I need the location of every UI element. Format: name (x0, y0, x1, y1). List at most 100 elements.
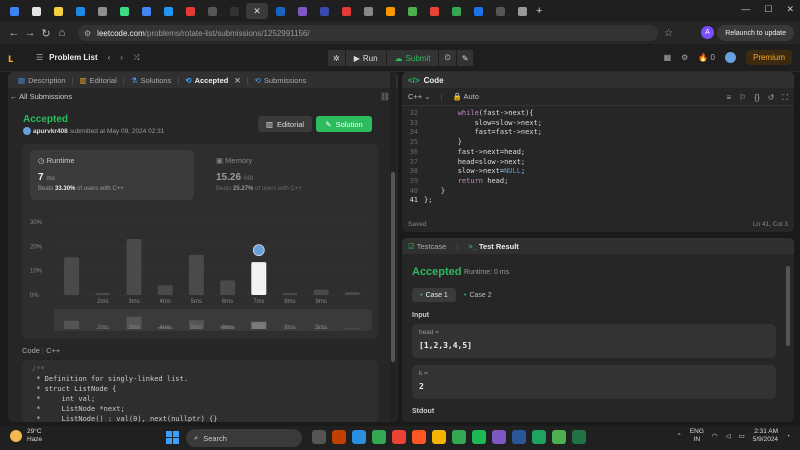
premium-button[interactable]: Premium (745, 50, 792, 65)
all-submissions-link[interactable]: ← All Submissions (10, 92, 72, 101)
tab-test-result[interactable]: >_ Test Result (468, 242, 519, 251)
taskbar-search[interactable]: ⌕ Search (186, 429, 302, 447)
site-info-icon[interactable]: ⚙ (84, 29, 91, 38)
tab-editorial[interactable]: ▥ Editorial (74, 76, 123, 85)
browser-tab[interactable] (92, 3, 112, 19)
format-icon[interactable]: ≡ (727, 93, 732, 103)
clock[interactable]: 2:31 AM 5/9/2024 (753, 428, 778, 444)
timer-icon[interactable]: ⏲ (439, 50, 456, 66)
taskbar-app-icon[interactable] (412, 430, 426, 444)
layout-icon[interactable]: ▦ (664, 53, 672, 62)
runtime-card[interactable]: ◷ Runtime 7 ms Beats 33.30% of users wit… (30, 150, 194, 200)
browser-tab[interactable] (490, 3, 510, 19)
browser-tab[interactable] (336, 3, 356, 19)
profile-avatar[interactable]: A (701, 26, 714, 39)
minimize-icon[interactable]: — (741, 4, 750, 15)
debug-icon[interactable]: ✲ (328, 50, 345, 66)
browser-tab[interactable] (380, 3, 400, 19)
browser-tab[interactable] (136, 3, 156, 19)
tab-solutions[interactable]: ⚗ Solutions (125, 76, 178, 85)
back-icon[interactable]: ← (6, 27, 22, 39)
next-problem-icon[interactable]: › (120, 53, 123, 62)
battery-icon[interactable]: ▭ (739, 432, 745, 440)
username[interactable]: apurvkr408 (33, 128, 68, 135)
taskbar-app-icon[interactable] (532, 430, 546, 444)
taskbar-app-icon[interactable] (452, 430, 466, 444)
browser-tab[interactable] (180, 3, 200, 19)
case-2-tab[interactable]: • Case 2 (464, 288, 492, 302)
browser-tab[interactable] (358, 3, 378, 19)
browser-tab[interactable] (402, 3, 422, 19)
user-avatar[interactable] (724, 52, 736, 63)
language-select[interactable]: C++ ⌄ (408, 92, 431, 101)
taskbar-app-icon[interactable] (312, 430, 326, 444)
browser-tab[interactable] (512, 3, 532, 19)
notification-icon[interactable]: ◔ (786, 433, 790, 440)
start-icon[interactable] (166, 431, 179, 444)
result-scrollbar[interactable] (786, 256, 791, 406)
taskbar-app-icon[interactable] (372, 430, 386, 444)
code-editor[interactable]: 32 while(fast->next){33 slow=slow->next;… (402, 108, 794, 218)
taskbar-app-icon[interactable] (572, 430, 586, 444)
problem-list-link[interactable]: Problem List (49, 53, 97, 62)
browser-tab[interactable] (4, 3, 24, 19)
bookmark-icon[interactable]: ⚐ (739, 93, 746, 103)
auto-mode[interactable]: 🔒 Auto (453, 92, 479, 101)
browser-tab[interactable]: ✕ (246, 3, 268, 19)
maximize-icon[interactable]: ☐ (764, 4, 772, 15)
taskbar-app-icon[interactable] (332, 430, 346, 444)
tab-submissions[interactable]: ⟲ Submissions (249, 76, 313, 85)
run-button[interactable]: ▶ Run (345, 50, 386, 66)
browser-tab[interactable] (224, 3, 244, 19)
new-tab-icon[interactable]: + (536, 5, 542, 17)
left-scrollbar[interactable] (390, 72, 396, 422)
taskbar-app-icon[interactable] (392, 430, 406, 444)
taskbar-app-icon[interactable] (352, 430, 366, 444)
forward-icon[interactable]: → (22, 27, 38, 39)
case-1-tab[interactable]: • Case 1 (412, 288, 456, 302)
scroll-thumb[interactable] (786, 266, 790, 346)
settings-icon[interactable]: ⚙ (681, 53, 688, 62)
browser-tab[interactable] (446, 3, 466, 19)
solution-button[interactable]: ✎ Solution (316, 116, 372, 132)
taskbar-app-icon[interactable] (492, 430, 506, 444)
close-window-icon[interactable]: ✕ (786, 4, 794, 15)
reload-icon[interactable]: ↻ (38, 27, 54, 40)
browser-tab[interactable] (424, 3, 444, 19)
relaunch-button[interactable]: Relaunch to update (717, 25, 794, 41)
bookmark-star-icon[interactable]: ☆ (664, 28, 673, 39)
close-tab-icon[interactable]: ✕ (234, 76, 240, 85)
tab-accepted[interactable]: ⟲ Accepted ✕ (179, 76, 246, 85)
browser-tab[interactable] (292, 3, 312, 19)
leetcode-logo-icon[interactable]: ʟ (8, 51, 20, 65)
braces-icon[interactable]: {} (754, 93, 759, 103)
taskbar-app-icon[interactable] (472, 430, 486, 444)
volume-icon[interactable]: ◁ (726, 432, 731, 440)
home-icon[interactable]: ⌂ (54, 27, 70, 39)
browser-tab[interactable] (202, 3, 222, 19)
editorial-button[interactable]: ▥ Editorial (258, 116, 312, 132)
memory-card[interactable]: ▣ Memory 15.26 MB Beats 25.27% of users … (208, 150, 368, 200)
weather-widget[interactable]: 29°C Haze (10, 428, 42, 444)
taskbar-app-icon[interactable] (552, 430, 566, 444)
list-icon[interactable]: ☰ (36, 53, 43, 62)
prev-problem-icon[interactable]: ‹ (108, 53, 111, 62)
submit-button[interactable]: ☁ Submit (386, 50, 439, 66)
browser-tab[interactable] (114, 3, 134, 19)
fullscreen-icon[interactable]: ⛶ (782, 93, 788, 103)
share-link-icon[interactable]: ⛓ (380, 92, 390, 101)
taskbar-app-icon[interactable] (432, 430, 446, 444)
scroll-thumb[interactable] (391, 172, 395, 362)
wifi-icon[interactable]: ◠ (712, 432, 718, 440)
browser-tab[interactable] (26, 3, 46, 19)
browser-tab[interactable] (48, 3, 68, 19)
reset-icon[interactable]: ↺ (768, 93, 775, 103)
browser-tab[interactable] (158, 3, 178, 19)
url-input[interactable]: ⚙ leetcode.com /problems/rotate-list/sub… (78, 25, 658, 41)
notes-icon[interactable]: ✎ (456, 50, 474, 66)
language-indicator[interactable]: ENG IN (690, 428, 704, 444)
browser-tab[interactable] (314, 3, 334, 19)
taskbar-app-icon[interactable] (512, 430, 526, 444)
tab-testcase[interactable]: ☑ Testcase (408, 242, 446, 251)
shuffle-icon[interactable]: ⤨ (133, 53, 139, 63)
